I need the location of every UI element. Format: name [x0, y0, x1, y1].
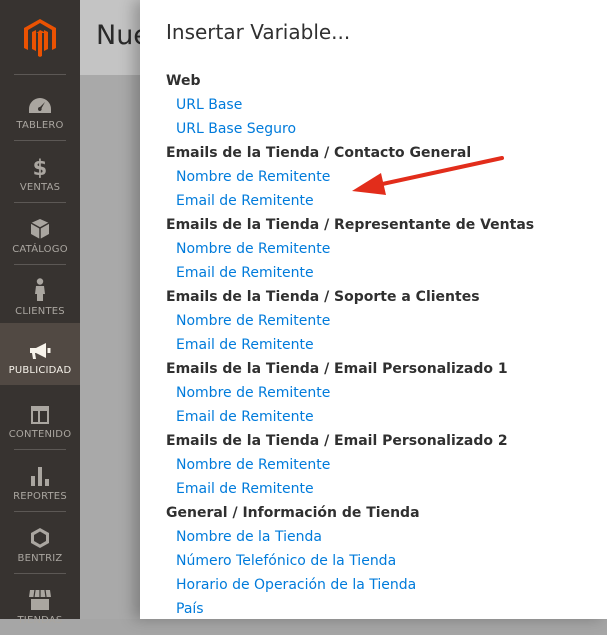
modal-title: Insertar Variable... [166, 20, 351, 44]
sidebar-item-label: CLIENTES [15, 306, 65, 317]
variable-link-sales-sender-email[interactable]: Email de Remitente [166, 263, 596, 287]
sidebar-item-tiendas[interactable]: TIENDAS [0, 573, 80, 635]
sidebar-item-catalogo[interactable]: CATÁLOGO [0, 202, 80, 264]
sidebar-item-publicidad[interactable]: PUBLICIDAD [0, 323, 80, 385]
svg-text:$: $ [33, 156, 48, 178]
variable-link-url-base-seguro[interactable]: URL Base Seguro [166, 119, 596, 143]
admin-sidebar: TABLERO $ VENTAS CATÁLOGO CLIENTES PUBLI… [0, 0, 80, 626]
variable-link-store-name[interactable]: Nombre de la Tienda [166, 527, 596, 551]
magento-logo[interactable] [0, 0, 80, 75]
variable-link-custom1-sender-name[interactable]: Nombre de Remitente [166, 383, 596, 407]
variable-link-store-phone[interactable]: Número Telefónico de la Tienda [166, 551, 596, 575]
group-title-representante-ventas: Emails de la Tienda / Representante de V… [166, 217, 535, 233]
group-title-email-personalizado-1: Emails de la Tienda / Email Personalizad… [166, 361, 508, 377]
sidebar-item-label: BENTRIZ [17, 553, 63, 564]
group-title-contacto-general: Emails de la Tienda / Contacto General [166, 145, 472, 161]
dashboard-icon [29, 98, 51, 113]
group-title-web: Web [166, 73, 201, 89]
sidebar-item-clientes[interactable]: CLIENTES [0, 264, 80, 326]
magento-logo-icon [24, 18, 56, 57]
store-icon [29, 589, 51, 610]
variable-link-general-sender-email[interactable]: Email de Remitente [166, 191, 596, 215]
sidebar-item-label: TIENDAS [17, 615, 63, 626]
group-title-email-personalizado-2: Emails de la Tienda / Email Personalizad… [166, 433, 508, 449]
sidebar-item-contenido[interactable]: CONTENIDO [0, 387, 80, 449]
variable-link-store-country[interactable]: País [166, 599, 596, 623]
sidebar-item-label: CATÁLOGO [12, 244, 68, 255]
group-title-soporte-clientes: Emails de la Tienda / Soporte a Clientes [166, 289, 480, 305]
hexagon-icon [31, 528, 49, 548]
bar-chart-icon [31, 467, 49, 486]
variable-link-custom1-sender-email[interactable]: Email de Remitente [166, 407, 596, 431]
variable-link-general-sender-name[interactable]: Nombre de Remitente [166, 167, 596, 191]
variable-link-store-hours[interactable]: Horario de Operación de la Tienda [166, 575, 596, 599]
sidebar-item-reportes[interactable]: REPORTES [0, 449, 80, 511]
variable-link-support-sender-email[interactable]: Email de Remitente [166, 335, 596, 359]
layout-icon [31, 406, 49, 424]
sidebar-item-label: PUBLICIDAD [8, 365, 72, 376]
box-icon [30, 219, 50, 239]
variable-list: Web URL Base URL Base Seguro Emails de l… [166, 71, 596, 623]
person-icon [35, 278, 45, 301]
sidebar-divider [14, 74, 66, 75]
dollar-icon: $ [33, 156, 48, 178]
megaphone-icon [30, 343, 51, 359]
sidebar-item-label: TABLERO [16, 120, 64, 131]
group-title-informacion-tienda: General / Información de Tienda [166, 505, 420, 521]
sidebar-item-tablero[interactable]: TABLERO [0, 78, 80, 140]
sidebar-item-ventas[interactable]: $ VENTAS [0, 140, 80, 202]
sidebar-item-bentriz[interactable]: BENTRIZ [0, 511, 80, 573]
variable-link-custom2-sender-email[interactable]: Email de Remitente [166, 479, 596, 503]
sidebar-item-label: REPORTES [13, 491, 67, 502]
sidebar-item-label: CONTENIDO [8, 429, 72, 440]
sidebar-item-label: VENTAS [19, 182, 61, 193]
variable-link-custom2-sender-name[interactable]: Nombre de Remitente [166, 455, 596, 479]
variable-link-support-sender-name[interactable]: Nombre de Remitente [166, 311, 596, 335]
variable-link-url-base[interactable]: URL Base [166, 95, 596, 119]
insert-variable-modal: Insertar Variable... Web URL Base URL Ba… [140, 0, 607, 619]
variable-link-sales-sender-name[interactable]: Nombre de Remitente [166, 239, 596, 263]
